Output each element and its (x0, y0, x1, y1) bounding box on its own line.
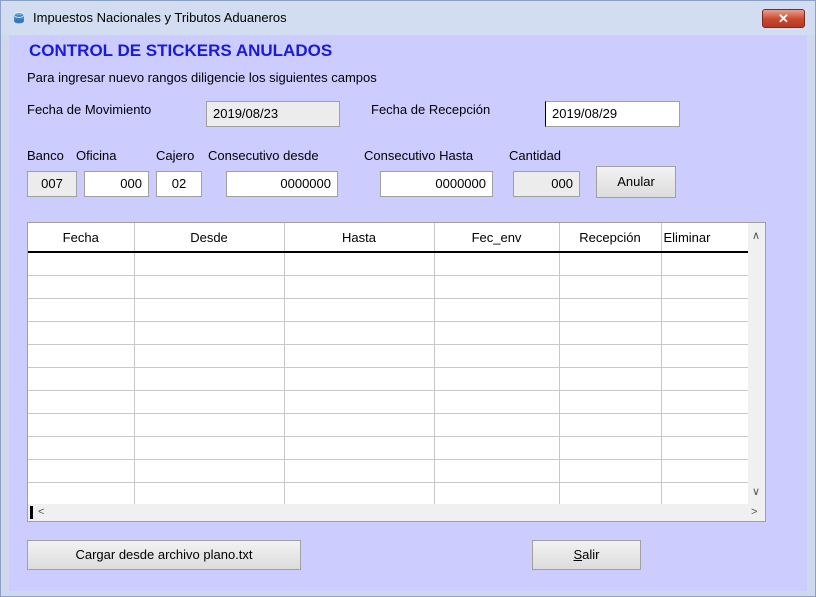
column-header-fecha[interactable]: Fecha (28, 223, 135, 253)
title-bar[interactable]: Impuestos Nacionales y Tributos Aduanero… (1, 1, 815, 35)
app-window: Impuestos Nacionales y Tributos Aduanero… (0, 0, 816, 597)
grid-table: Fecha Desde Hasta Fec_env Recepción Elim… (28, 223, 754, 506)
app-icon (13, 12, 25, 24)
fecha-movimiento-label: Fecha de Movimiento (27, 102, 152, 117)
fecha-recepcion-label: Fecha de Recepción (371, 102, 491, 117)
consecutivo-hasta-field[interactable]: 0000000 (380, 171, 493, 197)
scroll-right-icon[interactable]: > (751, 506, 757, 518)
table-row[interactable] (28, 482, 754, 506)
form-body: CONTROL DE STICKERS ANULADOS Para ingres… (9, 35, 807, 591)
cantidad-field[interactable]: 000 (513, 171, 580, 197)
exit-label: alir (582, 547, 600, 562)
cajero-label: Cajero (156, 148, 195, 163)
table-row[interactable] (28, 252, 754, 276)
grid-header-row: Fecha Desde Hasta Fec_env Recepción Elim… (28, 223, 754, 253)
close-button[interactable]: ✕ (762, 9, 805, 28)
scroll-thumb[interactable] (30, 506, 33, 519)
scroll-up-icon[interactable]: ∧ (752, 229, 760, 242)
close-icon: ✕ (778, 11, 789, 26)
oficina-label: Oficina (76, 148, 117, 163)
column-header-desde[interactable]: Desde (134, 223, 285, 253)
table-row[interactable] (28, 321, 754, 345)
page-title: CONTROL DE STICKERS ANULADOS (29, 41, 333, 60)
column-header-recepcion[interactable]: Recepción (559, 223, 662, 253)
exit-button[interactable]: Salir (532, 540, 641, 570)
fecha-recepcion-field[interactable]: 2019/08/29 (545, 101, 680, 127)
cantidad-label: Cantidad (509, 148, 562, 163)
table-row[interactable] (28, 413, 754, 437)
table-row[interactable] (28, 344, 754, 368)
instructions-text: Para ingresar nuevo rangos diligencie lo… (27, 70, 377, 85)
column-header-eliminar[interactable]: Eliminar (661, 223, 754, 253)
scroll-down-icon[interactable]: ∨ (752, 485, 760, 498)
table-row[interactable] (28, 436, 754, 460)
anular-button[interactable]: Anular (596, 166, 676, 198)
banco-field[interactable]: 007 (27, 171, 77, 197)
window-title: Impuestos Nacionales y Tributos Aduanero… (33, 10, 287, 25)
vertical-scrollbar[interactable]: ∧ ∨ (748, 223, 765, 505)
table-row[interactable] (28, 367, 754, 391)
table-row[interactable] (28, 298, 754, 322)
stickers-grid[interactable]: Fecha Desde Hasta Fec_env Recepción Elim… (27, 222, 766, 522)
oficina-field[interactable]: 000 (84, 171, 149, 197)
consecutivo-hasta-label: Consecutivo Hasta (364, 148, 474, 163)
fecha-movimiento-field[interactable]: 2019/08/23 (206, 101, 340, 127)
load-file-button[interactable]: Cargar desde archivo plano.txt (27, 540, 301, 570)
exit-mnemonic: S (573, 547, 583, 562)
cajero-field[interactable]: 02 (156, 171, 202, 197)
scroll-left-icon[interactable]: < (38, 506, 44, 518)
consecutivo-desde-label: Consecutivo desde (208, 148, 319, 163)
table-row[interactable] (28, 459, 754, 483)
column-header-fec-env[interactable]: Fec_env (434, 223, 560, 253)
banco-label: Banco (27, 148, 64, 163)
table-row[interactable] (28, 390, 754, 414)
consecutivo-desde-field[interactable]: 0000000 (226, 171, 338, 197)
column-header-hasta[interactable]: Hasta (284, 223, 435, 253)
horizontal-scrollbar[interactable]: < > (28, 504, 765, 521)
table-row[interactable] (28, 275, 754, 299)
